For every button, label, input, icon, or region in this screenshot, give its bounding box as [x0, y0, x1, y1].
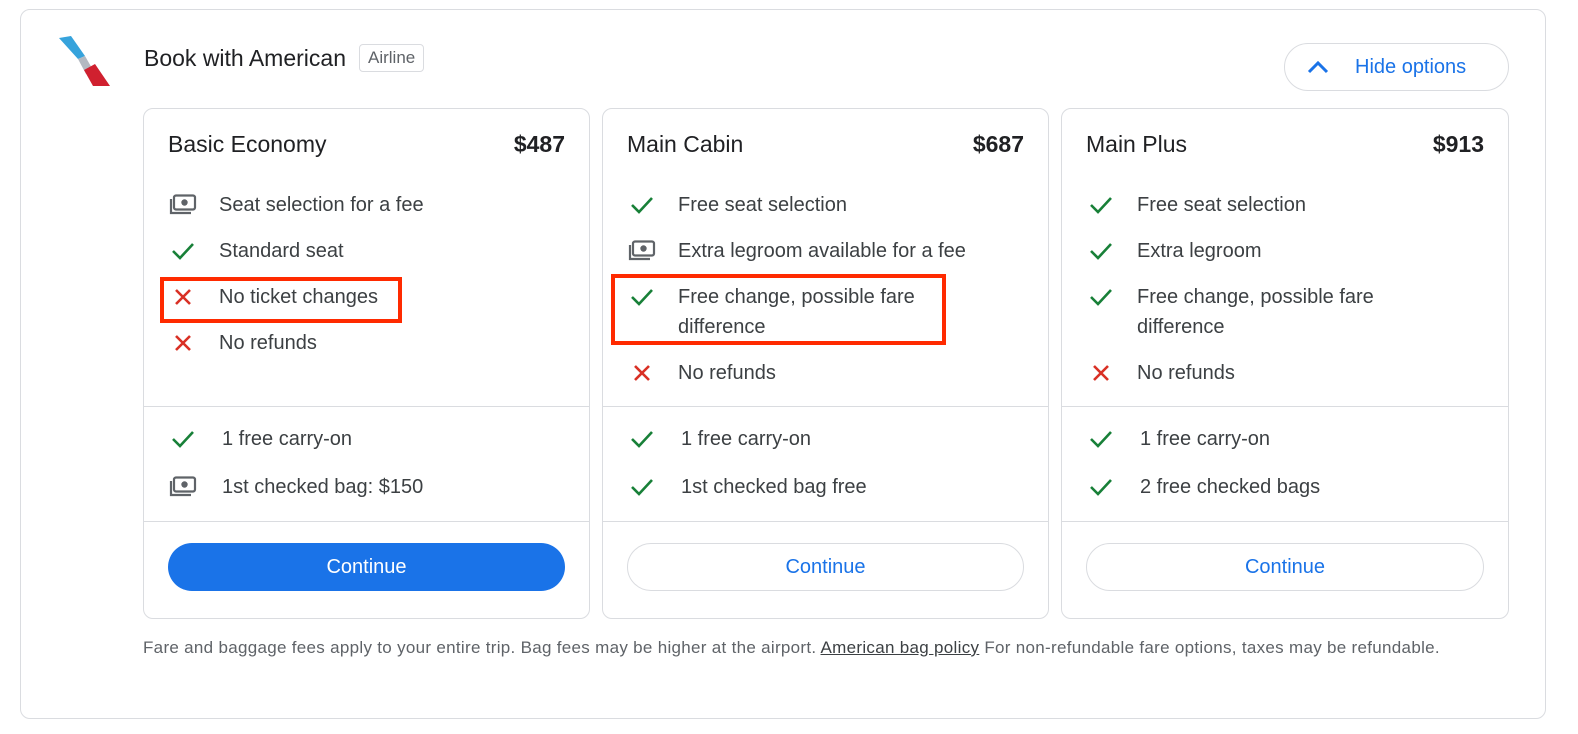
american-airlines-logo — [59, 36, 110, 86]
divider — [603, 406, 1048, 407]
bag-feature: 1st checked bag free — [627, 472, 1028, 502]
x-icon — [1086, 358, 1116, 388]
x-icon — [168, 328, 198, 358]
fare-feature: No refunds — [1086, 358, 1488, 388]
highlight-box-main-cabin — [611, 274, 946, 345]
fare-feature: Seat selection for a fee — [168, 190, 569, 220]
bag-feature: 1 free carry-on — [627, 424, 1028, 454]
divider — [1062, 406, 1508, 407]
divider — [144, 521, 589, 522]
fare-feature: Standard seat — [168, 236, 569, 266]
x-icon — [627, 358, 657, 388]
fare-feature: Extra legroom available for a fee — [627, 236, 1028, 266]
fare-name: Main Cabin — [627, 131, 744, 157]
fare-price: $687 — [972, 131, 1024, 157]
check-icon — [1086, 236, 1116, 266]
money-icon — [627, 236, 657, 266]
fare-feature: No refunds — [168, 328, 569, 358]
chevron-up-icon — [1307, 60, 1329, 74]
fare-name: Main Plus — [1086, 131, 1187, 157]
fare-footnote: Fare and baggage fees apply to your enti… — [143, 638, 1440, 657]
american-bag-policy-link[interactable]: American bag policy — [821, 638, 980, 657]
fare-feature: Extra legroom — [1086, 236, 1488, 266]
highlight-box-basic-economy — [160, 277, 402, 323]
check-icon — [627, 424, 657, 454]
continue-button-basic-economy[interactable]: Continue — [168, 543, 565, 591]
hide-options-label: Hide options — [1355, 55, 1467, 78]
fare-card-main-cabin: Main Cabin $687 Free seat selection Extr… — [602, 108, 1049, 619]
fare-feature: No refunds — [627, 358, 1028, 388]
check-icon — [168, 236, 198, 266]
check-icon — [1086, 190, 1116, 220]
money-icon — [168, 472, 198, 502]
fare-feature: Free seat selection — [1086, 190, 1488, 220]
fare-card-main-plus: Main Plus $913 Free seat selection Extra… — [1061, 108, 1509, 619]
continue-button-main-plus[interactable]: Continue — [1086, 543, 1484, 591]
check-icon — [627, 190, 657, 220]
bag-feature: 1st checked bag: $150 — [168, 472, 569, 502]
fare-price: $913 — [1432, 131, 1484, 157]
fare-feature: Free change, possible fare difference — [1086, 282, 1488, 342]
hide-options-button[interactable]: Hide options — [1284, 43, 1509, 91]
continue-button-main-cabin[interactable]: Continue — [627, 543, 1024, 591]
check-icon — [168, 424, 198, 454]
check-icon — [1086, 282, 1116, 312]
divider — [144, 406, 589, 407]
fare-feature: Free seat selection — [627, 190, 1028, 220]
fare-card-basic-economy: Basic Economy $487 Seat selection for a … — [143, 108, 590, 619]
money-icon — [168, 190, 198, 220]
divider — [603, 521, 1048, 522]
airline-title: Book with American — [144, 44, 346, 71]
check-icon — [1086, 472, 1116, 502]
bag-feature: 1 free carry-on — [168, 424, 569, 454]
divider — [1062, 521, 1508, 522]
check-icon — [1086, 424, 1116, 454]
fare-name: Basic Economy — [168, 131, 327, 157]
check-icon — [627, 472, 657, 502]
airline-badge: Airline — [358, 44, 425, 72]
fare-price: $487 — [513, 131, 565, 157]
bag-feature: 2 free checked bags — [1086, 472, 1488, 502]
bag-feature: 1 free carry-on — [1086, 424, 1488, 454]
